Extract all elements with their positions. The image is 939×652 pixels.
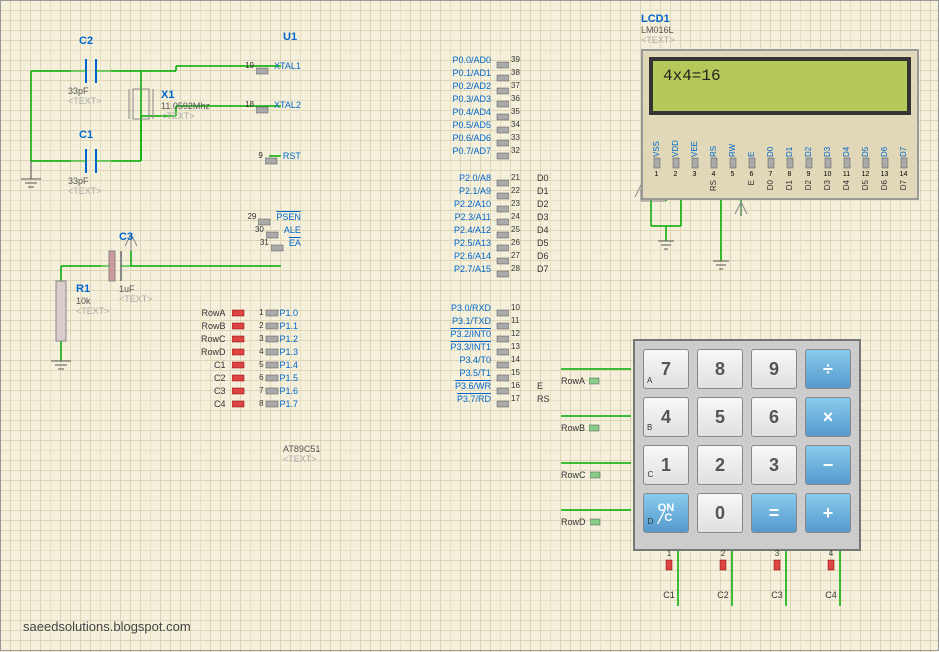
keypad-key-−[interactable]: − <box>805 445 851 485</box>
u1-text: <TEXT> <box>283 454 317 464</box>
c3-value: 1uF <box>119 284 135 294</box>
vcc-arrow-icon-3 <box>735 202 747 216</box>
keypad-key-3[interactable]: 3 <box>751 445 797 485</box>
keypad-key-=[interactable]: = <box>751 493 797 533</box>
r1-text: <TEXT> <box>76 306 110 316</box>
ground-symbol <box>21 161 41 187</box>
crystal-x1 <box>129 89 153 119</box>
lcd1: LCD1 LM016L <TEXT> 4x4=16 VSS 1 VDD 2 VE… <box>641 13 919 200</box>
u1-chip: U1 AT89C51 <TEXT> <box>283 45 433 440</box>
keypad-key-×[interactable]: × <box>805 397 851 437</box>
r1-value: 10k <box>76 296 91 306</box>
keypad-key-8[interactable]: 8 <box>697 349 743 389</box>
keypad-key-0[interactable]: 0 <box>697 493 743 533</box>
keypad-key-6[interactable]: 6 <box>751 397 797 437</box>
cap-c1 <box>71 149 111 173</box>
r1-ref: R1 <box>76 283 90 295</box>
c1-text: <TEXT> <box>68 186 102 196</box>
keypad-key-9[interactable]: 9 <box>751 349 797 389</box>
u1-ref: U1 <box>283 31 297 43</box>
keypad-key-5[interactable]: 5 <box>697 397 743 437</box>
keypad-key-÷[interactable]: ÷ <box>805 349 851 389</box>
lcd1-text: <TEXT> <box>641 35 919 45</box>
c3-ref: C3 <box>119 231 133 243</box>
c2-ref: C2 <box>79 35 93 47</box>
c2-text: <TEXT> <box>68 96 102 106</box>
c3-text: <TEXT> <box>119 294 153 304</box>
c1-value: 33pF <box>68 176 89 186</box>
cap-c2 <box>71 59 111 83</box>
cap-c3 <box>101 251 131 281</box>
keypad-key-+[interactable]: + <box>805 493 851 533</box>
x1-text: <TEXT> <box>161 111 195 121</box>
lcd-display: 4x4=16 <box>649 57 911 115</box>
resistor-r1 <box>56 281 66 341</box>
lcd1-ref: LCD1 <box>641 13 919 25</box>
x1-value: 11.0592Mhz <box>161 101 210 111</box>
ground-symbol-2 <box>51 361 71 369</box>
keypad: 789÷ 456× 123− ON╱C0=+ <box>633 339 861 551</box>
c1-ref: C1 <box>79 129 93 141</box>
c2-value: 33pF <box>68 86 89 96</box>
x1-ref: X1 <box>161 89 174 101</box>
u1-part: AT89C51 <box>283 444 320 454</box>
lcd1-part: LM016L <box>641 25 919 35</box>
keypad-key-2[interactable]: 2 <box>697 445 743 485</box>
watermark: saeedsolutions.blogspot.com <box>23 619 191 634</box>
